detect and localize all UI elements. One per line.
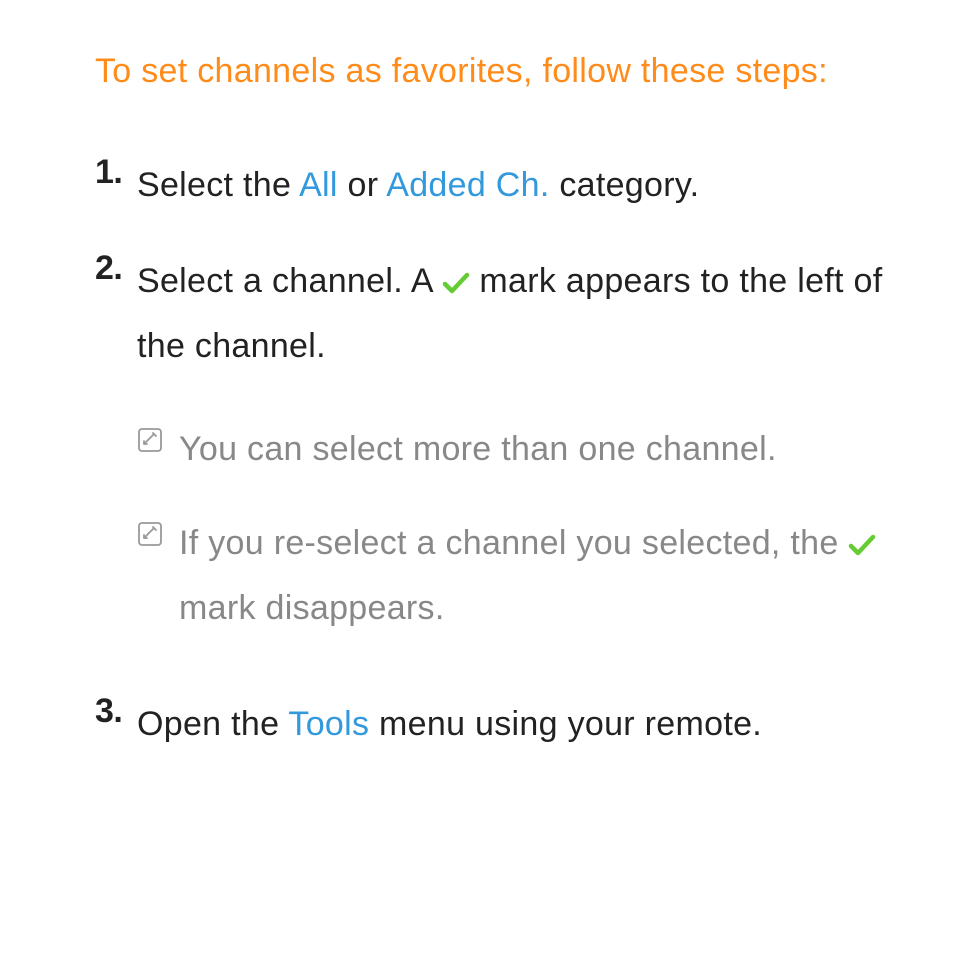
step-2: 2. Select a channel. A mark appears to t… (95, 249, 899, 646)
step-number: 1. (95, 153, 137, 218)
text-segment: category. (550, 166, 700, 204)
text-segment: menu using your remote. (369, 705, 762, 743)
check-icon (848, 513, 876, 535)
note-text: You can select more than one channel. (179, 417, 899, 482)
text-segment: If you re-select a channel you selected,… (179, 524, 848, 562)
text-segment: or (338, 166, 386, 204)
highlight-tools: Tools (288, 705, 369, 743)
step-1: 1. Select the All or Added Ch. category. (95, 153, 899, 218)
highlight-added-ch: Added Ch. (386, 166, 549, 204)
note-2: If you re-select a channel you selected,… (137, 511, 899, 640)
note-text: If you re-select a channel you selected,… (179, 511, 899, 640)
text-segment: Open the (137, 705, 288, 743)
step-text: Select the All or Added Ch. category. (137, 153, 899, 218)
step-number: 2. (95, 249, 137, 646)
text-segment: mark disappears. (179, 589, 445, 627)
note-icon (137, 427, 179, 492)
step-3: 3. Open the Tools menu using your remote… (95, 692, 899, 757)
step-text: Open the Tools menu using your remote. (137, 692, 899, 757)
text-segment: Select a channel. A (137, 262, 442, 300)
heading: To set channels as favorites, follow the… (95, 40, 899, 103)
note-icon (137, 521, 179, 650)
highlight-all: All (299, 166, 338, 204)
text-segment: Select the (137, 166, 299, 204)
step-number: 3. (95, 692, 137, 757)
note-1: You can select more than one channel. (137, 417, 899, 482)
check-icon (442, 251, 470, 273)
step-text: Select a channel. A mark appears to the … (137, 249, 899, 378)
